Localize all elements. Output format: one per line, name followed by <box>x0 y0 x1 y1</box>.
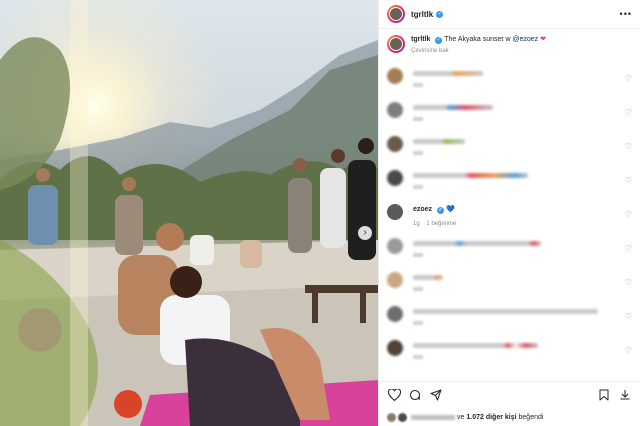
redacted-comment-meta <box>413 355 423 359</box>
comment-icon[interactable] <box>408 388 422 402</box>
comment-body <box>413 340 538 359</box>
commenter-avatar[interactable] <box>387 102 403 118</box>
comment-row: ♡ <box>387 306 632 340</box>
comment-row: ♡ <box>387 102 632 136</box>
heart-icon[interactable]: ♡ <box>625 346 632 355</box>
share-icon[interactable] <box>429 388 443 402</box>
download-icon[interactable] <box>618 388 632 402</box>
comment-body <box>413 306 598 325</box>
caption-text: The Akyaka sunset w <box>444 36 511 43</box>
redacted-comment-meta <box>413 117 423 121</box>
blue-heart-emoji-icon: 💙 <box>445 206 455 213</box>
heart-icon[interactable]: ♡ <box>625 278 632 287</box>
more-options-icon[interactable]: ••• <box>620 9 632 19</box>
commenter-avatar[interactable] <box>387 340 403 356</box>
redacted-comment-meta <box>413 185 423 189</box>
redacted-comment <box>413 173 528 178</box>
verified-badge-icon: ✓ <box>437 207 445 214</box>
redacted-comment <box>413 139 465 144</box>
commenter-avatar[interactable] <box>387 68 403 84</box>
verified-badge-icon: ✓ <box>436 10 444 18</box>
comment-row: ♡ <box>387 136 632 170</box>
heart-icon[interactable]: ♡ <box>625 312 632 321</box>
comment-likes-count[interactable]: 1 beğenme <box>426 221 456 227</box>
author-username[interactable]: tgrltlk <box>411 10 433 19</box>
caption-mention-link[interactable]: @ezoez <box>512 36 538 43</box>
likes-count[interactable]: 1.072 diğer kişi <box>466 414 516 421</box>
redacted-comment-meta <box>413 287 423 291</box>
likes-suffix: beğendi <box>518 413 544 421</box>
commenter-avatar[interactable] <box>387 204 403 220</box>
post-sidebar: tgrltlk ✓ ••• tgrltlk ✓ The Akyaka sunse… <box>378 0 640 426</box>
heart-icon[interactable]: ♡ <box>625 176 632 185</box>
post-photo[interactable]: › <box>0 0 378 426</box>
chevron-right-icon: › <box>363 227 367 238</box>
comment-meta: 1g 1 beğenme <box>413 221 461 227</box>
redacted-comment <box>413 275 443 280</box>
heart-icon[interactable] <box>387 388 401 402</box>
redacted-comment-meta <box>413 83 423 87</box>
next-photo-button[interactable]: › <box>358 226 372 240</box>
comment-age: 1g <box>413 221 420 227</box>
comments-list[interactable]: tgrltlk ✓ The Akyaka sunset w @ezoez ❤ Ç… <box>379 29 640 381</box>
comment-body <box>413 238 541 257</box>
heart-icon[interactable]: ♡ <box>625 210 632 219</box>
post-actions-bar <box>379 381 640 408</box>
translate-link[interactable]: Çevirisine bak <box>411 47 546 56</box>
redacted-liker-name <box>411 414 455 420</box>
post-caption: tgrltlk ✓ The Akyaka sunset w @ezoez ❤ Ç… <box>387 35 632 68</box>
comment-row: ezoez ✓ 💙 1g 1 beğenme ♡ <box>387 204 632 238</box>
verified-badge-icon: ✓ <box>435 37 443 44</box>
commenter-avatar[interactable] <box>387 136 403 152</box>
post-actions-right <box>597 388 632 402</box>
caption-text-block: tgrltlk ✓ The Akyaka sunset w @ezoez ❤ Ç… <box>411 35 546 56</box>
comment-row: ♡ <box>387 68 632 102</box>
heart-icon[interactable]: ♡ <box>625 108 632 117</box>
likes-prefix: ve <box>457 413 465 421</box>
comment-row: ♡ <box>387 340 632 374</box>
commenter-avatar[interactable] <box>387 238 403 254</box>
redacted-comment <box>413 71 483 76</box>
liker-avatar <box>398 412 407 422</box>
photo-scene <box>0 0 378 426</box>
caption-author-avatar[interactable] <box>387 35 405 53</box>
comment-row: ♡ <box>387 272 632 306</box>
bookmark-icon[interactable] <box>597 388 611 402</box>
post-viewer: › tgrltlk ✓ ••• tgrltlk ✓ The Akyaka sun… <box>0 0 640 426</box>
comment-body <box>413 136 465 155</box>
redacted-comment-meta <box>413 253 423 257</box>
comment-body <box>413 170 528 189</box>
redacted-comment <box>413 241 541 246</box>
post-header: tgrltlk ✓ ••• <box>379 0 640 29</box>
redacted-comment <box>413 309 598 314</box>
comment-body <box>413 68 483 87</box>
heart-icon[interactable]: ♡ <box>625 74 632 83</box>
redacted-comment <box>413 343 538 348</box>
comment-body: ezoez ✓ 💙 1g 1 beğenme <box>413 204 461 227</box>
commenter-avatar[interactable] <box>387 170 403 186</box>
redacted-comment-meta <box>413 321 423 325</box>
likes-summary[interactable]: ve 1.072 diğer kişi beğendi <box>379 408 640 426</box>
comment-username[interactable]: ezoez ✓ 💙 <box>413 205 461 214</box>
author-avatar[interactable] <box>387 5 405 23</box>
red-heart-emoji-icon: ❤ <box>540 36 546 43</box>
comment-row: ♡ <box>387 170 632 204</box>
redacted-comment <box>413 105 493 110</box>
comment-row: ♡ <box>387 238 632 272</box>
comment-body <box>413 102 493 121</box>
commenter-avatar[interactable] <box>387 306 403 322</box>
redacted-comment-meta <box>413 151 423 155</box>
comment-body <box>413 272 443 291</box>
commenter-avatar[interactable] <box>387 272 403 288</box>
liker-avatar <box>387 412 396 422</box>
heart-icon[interactable]: ♡ <box>625 244 632 253</box>
heart-icon[interactable]: ♡ <box>625 142 632 151</box>
caption-username[interactable]: tgrltlk <box>411 36 430 43</box>
comment-username-text[interactable]: ezoez <box>413 206 432 213</box>
